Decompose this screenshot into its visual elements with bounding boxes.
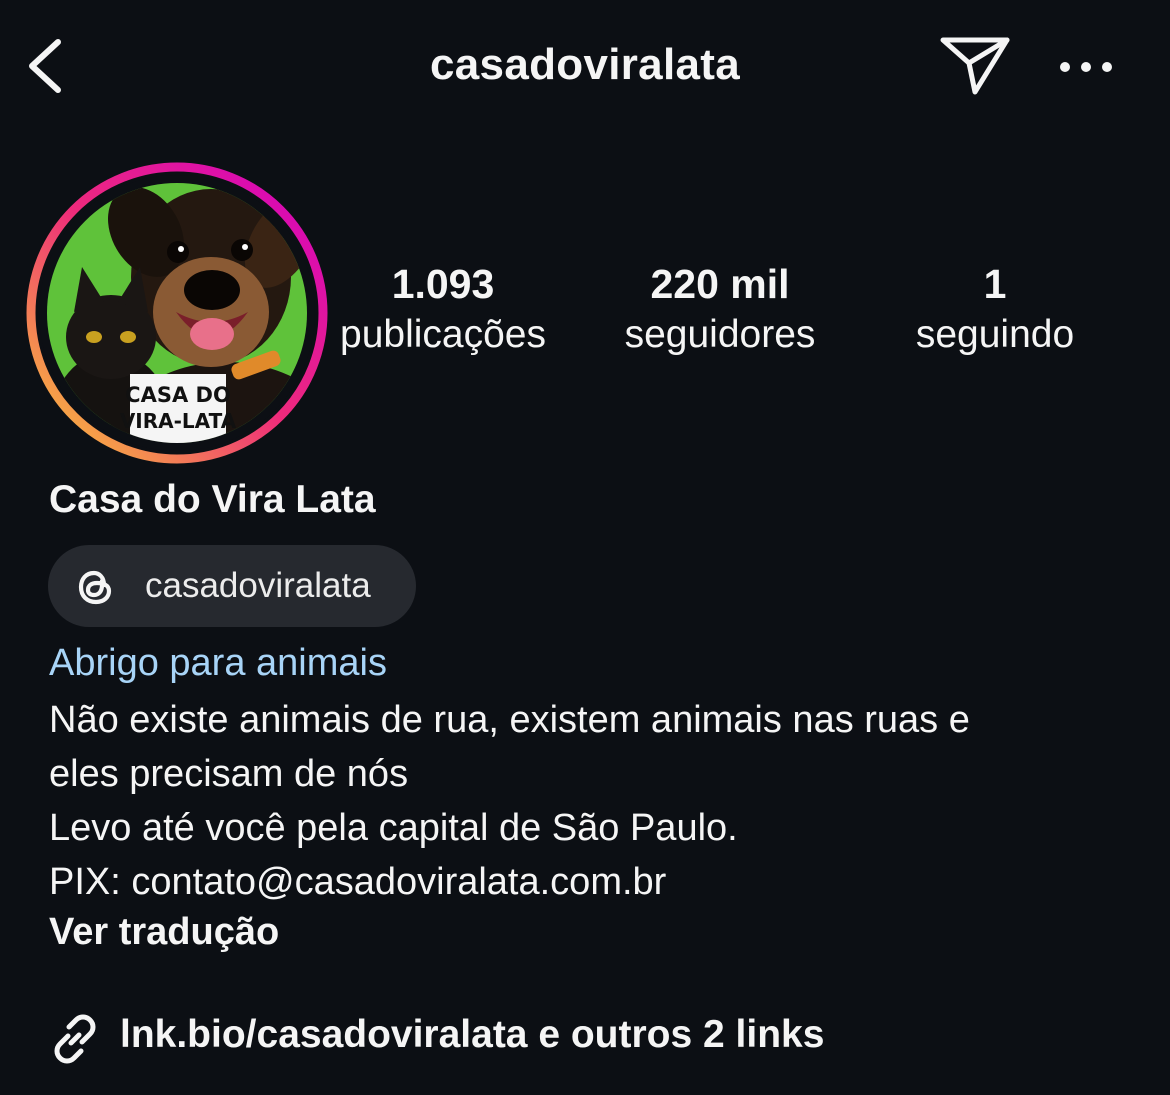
bio-line: eles precisam de nós xyxy=(49,753,409,795)
profile-header: casadoviralata xyxy=(0,0,1170,135)
see-translation-button[interactable]: Ver tradução xyxy=(49,911,279,954)
external-link-text: lnk.bio/casadoviralata e outros 2 links xyxy=(120,1013,825,1056)
following-count-value: 1 xyxy=(983,261,1007,307)
paper-plane-icon xyxy=(940,37,1010,95)
more-horizontal-icon xyxy=(1060,62,1112,72)
profile-bio: Não existe animais de rua, existem anima… xyxy=(49,693,1129,909)
profile-category: Abrigo para animais xyxy=(49,642,387,684)
followers-count-value: 220 mil xyxy=(650,261,790,307)
followers-count[interactable]: 220 mil seguidores xyxy=(600,258,840,360)
external-links-button[interactable]: lnk.bio/casadoviralata e outros 2 links xyxy=(48,1010,948,1070)
link-icon xyxy=(54,1014,96,1064)
more-options-button[interactable] xyxy=(1055,44,1117,90)
following-count-label: seguindo xyxy=(915,313,1075,356)
display-name: Casa do Vira Lata xyxy=(49,478,376,521)
threads-handle: casadoviralata xyxy=(145,566,371,605)
bio-line: PIX: contato@casadoviralata.com.br xyxy=(49,861,667,903)
followers-count-label: seguidores xyxy=(624,313,816,356)
avatar-badge-line2: VIRA-LATA xyxy=(120,409,237,433)
avatar-badge-line1: CASA DO xyxy=(125,383,231,407)
posts-count-value: 1.093 xyxy=(391,261,495,307)
threads-profile-badge[interactable]: casadoviralata xyxy=(48,545,416,627)
bio-line: Levo até você pela capital de São Paulo. xyxy=(49,807,738,849)
threads-icon xyxy=(78,570,112,605)
following-count[interactable]: 1 seguindo xyxy=(885,258,1105,360)
posts-count[interactable]: 1.093 publicações xyxy=(323,258,563,360)
share-profile-button[interactable] xyxy=(935,30,1015,102)
profile-stats: 1.093 publicações 220 mil seguidores 1 s… xyxy=(0,258,1170,368)
posts-count-label: publicações xyxy=(340,313,546,356)
bio-line: Não existe animais de rua, existem anima… xyxy=(49,699,970,741)
